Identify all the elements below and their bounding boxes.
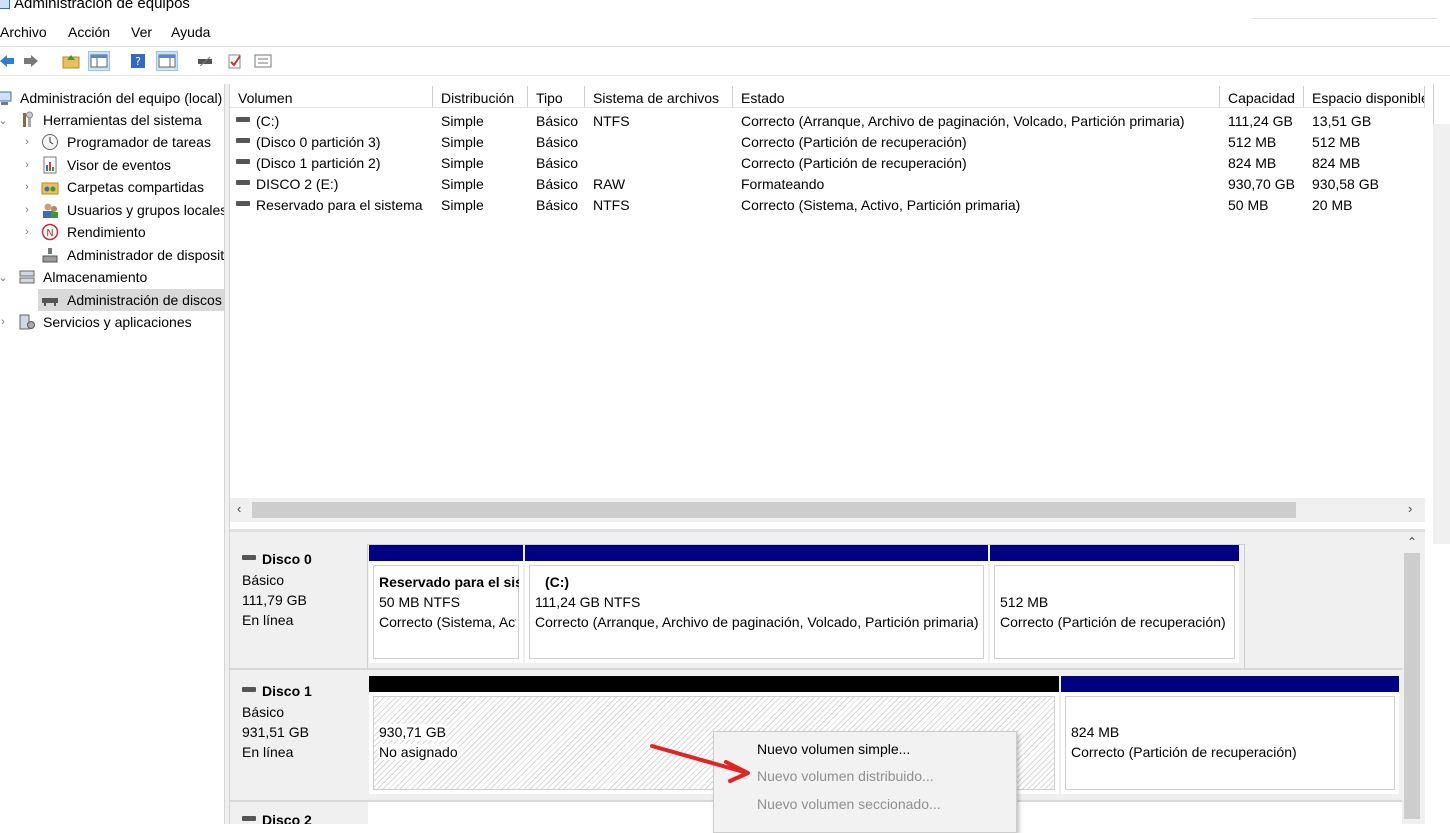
disk-icon	[242, 554, 256, 560]
tree-item-services[interactable]: › Servicios y aplicaciones	[0, 311, 224, 333]
tree-item-task-scheduler[interactable]: › Programador de tareas	[0, 131, 224, 153]
up-folder-icon[interactable]	[60, 51, 82, 71]
scroll-up-icon[interactable]: ⌃	[1407, 535, 1417, 549]
disk-icon	[242, 686, 256, 692]
vertical-scrollbar[interactable]	[1433, 124, 1450, 544]
partition-recovery-disk0[interactable]: 512 MB Correcto (Partición de recuperaci…	[990, 545, 1239, 663]
chevron-down-icon[interactable]: ⌄	[0, 114, 8, 127]
disk-icon	[242, 815, 256, 821]
toolbar: ?	[0, 47, 1450, 76]
users-icon	[41, 201, 59, 219]
column-header-capacity[interactable]: Capacidad	[1220, 86, 1304, 108]
partition-c[interactable]: (C:) 111,24 GB NTFS Correcto (Arranque, …	[525, 545, 988, 663]
tree-item-system-tools[interactable]: ⌄ Herramientas del sistema	[0, 109, 224, 131]
column-header-free-space[interactable]: Espacio disponible	[1304, 86, 1425, 108]
services-icon	[18, 313, 36, 331]
disk-1-info[interactable]: Disco 1 Básico 931,51 GB En línea	[230, 670, 368, 798]
disk-icon	[236, 137, 250, 143]
show-hide-tree-icon[interactable]	[88, 51, 110, 71]
tools-icon	[18, 111, 36, 129]
menu-bar: Archivo Acción Ver Ayuda	[0, 20, 1450, 47]
tree-item-disk-management[interactable]: Administración de discos	[38, 289, 224, 311]
menu-accion[interactable]: Acción	[68, 24, 110, 40]
column-header-volume[interactable]: Volumen	[230, 86, 433, 108]
title-bar: Administración de equipos	[0, 0, 1450, 20]
disk-icon	[236, 116, 250, 122]
chevron-right-icon[interactable]: ›	[22, 226, 32, 238]
tree-item-event-viewer[interactable]: › Visor de eventos	[0, 154, 224, 176]
disk-2-info[interactable]: Disco 2	[230, 802, 368, 824]
volume-list: Volumen Distribución Tipo Sistema de arc…	[230, 84, 1425, 520]
partition-reserved[interactable]: Reservado para el sistema 50 MB NTFS Cor…	[369, 545, 523, 663]
column-header-filesystem[interactable]: Sistema de archivos	[585, 86, 733, 108]
menu-ayuda[interactable]: Ayuda	[171, 24, 210, 40]
list-settings-icon[interactable]	[252, 51, 274, 71]
tree-item-performance[interactable]: › N Rendimiento	[0, 221, 224, 243]
performance-icon: N	[41, 223, 59, 241]
chevron-right-icon[interactable]: ›	[0, 316, 8, 328]
column-header-type[interactable]: Tipo	[528, 86, 585, 108]
disk-icon	[236, 179, 250, 185]
tree-item-storage[interactable]: ⌄ Almacenamiento	[0, 266, 224, 288]
annotation-arrow-icon	[650, 744, 750, 783]
tree-item-shared-folders[interactable]: › Carpetas compartidas	[0, 176, 224, 198]
svg-text:N: N	[46, 228, 53, 239]
chevron-right-icon[interactable]: ›	[22, 181, 32, 193]
storage-icon	[18, 268, 36, 286]
scrollbar-thumb[interactable]	[252, 502, 1296, 518]
navigation-tree: Administración del equipo (local) ⌄ Herr…	[0, 84, 224, 824]
svg-text:?: ?	[135, 55, 141, 68]
chevron-right-icon[interactable]: ›	[22, 204, 32, 216]
menu-archivo[interactable]: Archivo	[0, 24, 47, 40]
shared-folder-icon	[41, 178, 59, 196]
chevron-right-icon[interactable]: ›	[22, 136, 32, 148]
window-title: Administración de equipos	[14, 0, 190, 12]
menu-ver[interactable]: Ver	[131, 24, 152, 40]
disk-view-vertical-scrollbar[interactable]: ⌃	[1402, 535, 1422, 824]
tree-item-local-users[interactable]: › Usuarios y grupos locales	[0, 199, 224, 221]
computer-icon	[0, 89, 14, 107]
chevron-down-icon[interactable]: ⌄	[0, 271, 8, 284]
check-properties-icon[interactable]	[224, 51, 246, 71]
disk-0-info[interactable]: Disco 0 Básico 111,79 GB En línea	[230, 532, 368, 668]
disk-connect-icon[interactable]	[194, 51, 216, 71]
menu-item-new-striped-volume[interactable]: Nuevo volumen seccionado...	[757, 792, 941, 816]
forward-arrow-icon[interactable]	[20, 51, 42, 71]
disk-icon	[236, 200, 250, 206]
menu-item-new-spanned-volume[interactable]: Nuevo volumen distribuido...	[757, 764, 934, 788]
tree-item-root[interactable]: Administración del equipo (local)	[0, 87, 224, 109]
disk-icon	[41, 291, 59, 309]
tree-item-device-manager[interactable]: Administrador de dispositivos	[0, 244, 224, 266]
back-arrow-icon[interactable]	[0, 51, 18, 71]
action-pane-icon[interactable]	[156, 51, 178, 71]
computer-management-icon	[0, 0, 10, 9]
scroll-right-icon[interactable]: ›	[1408, 501, 1412, 516]
event-viewer-icon	[41, 156, 59, 174]
horizontal-scrollbar[interactable]: ‹ ›	[230, 498, 1425, 522]
chevron-right-icon[interactable]: ›	[22, 159, 32, 171]
clock-icon	[41, 133, 59, 151]
partition-recovery-disk1[interactable]: 824 MB Correcto (Partición de recuperaci…	[1061, 676, 1399, 794]
scroll-left-icon[interactable]: ‹	[237, 501, 241, 516]
disk-icon	[236, 158, 250, 164]
column-header-status[interactable]: Estado	[733, 86, 1220, 108]
column-header-layout[interactable]: Distribución	[433, 86, 528, 108]
menu-item-new-simple-volume[interactable]: Nuevo volumen simple...	[757, 737, 910, 761]
help-icon[interactable]: ?	[127, 51, 149, 71]
device-manager-icon	[41, 246, 59, 264]
scrollbar-thumb[interactable]	[1404, 553, 1420, 819]
